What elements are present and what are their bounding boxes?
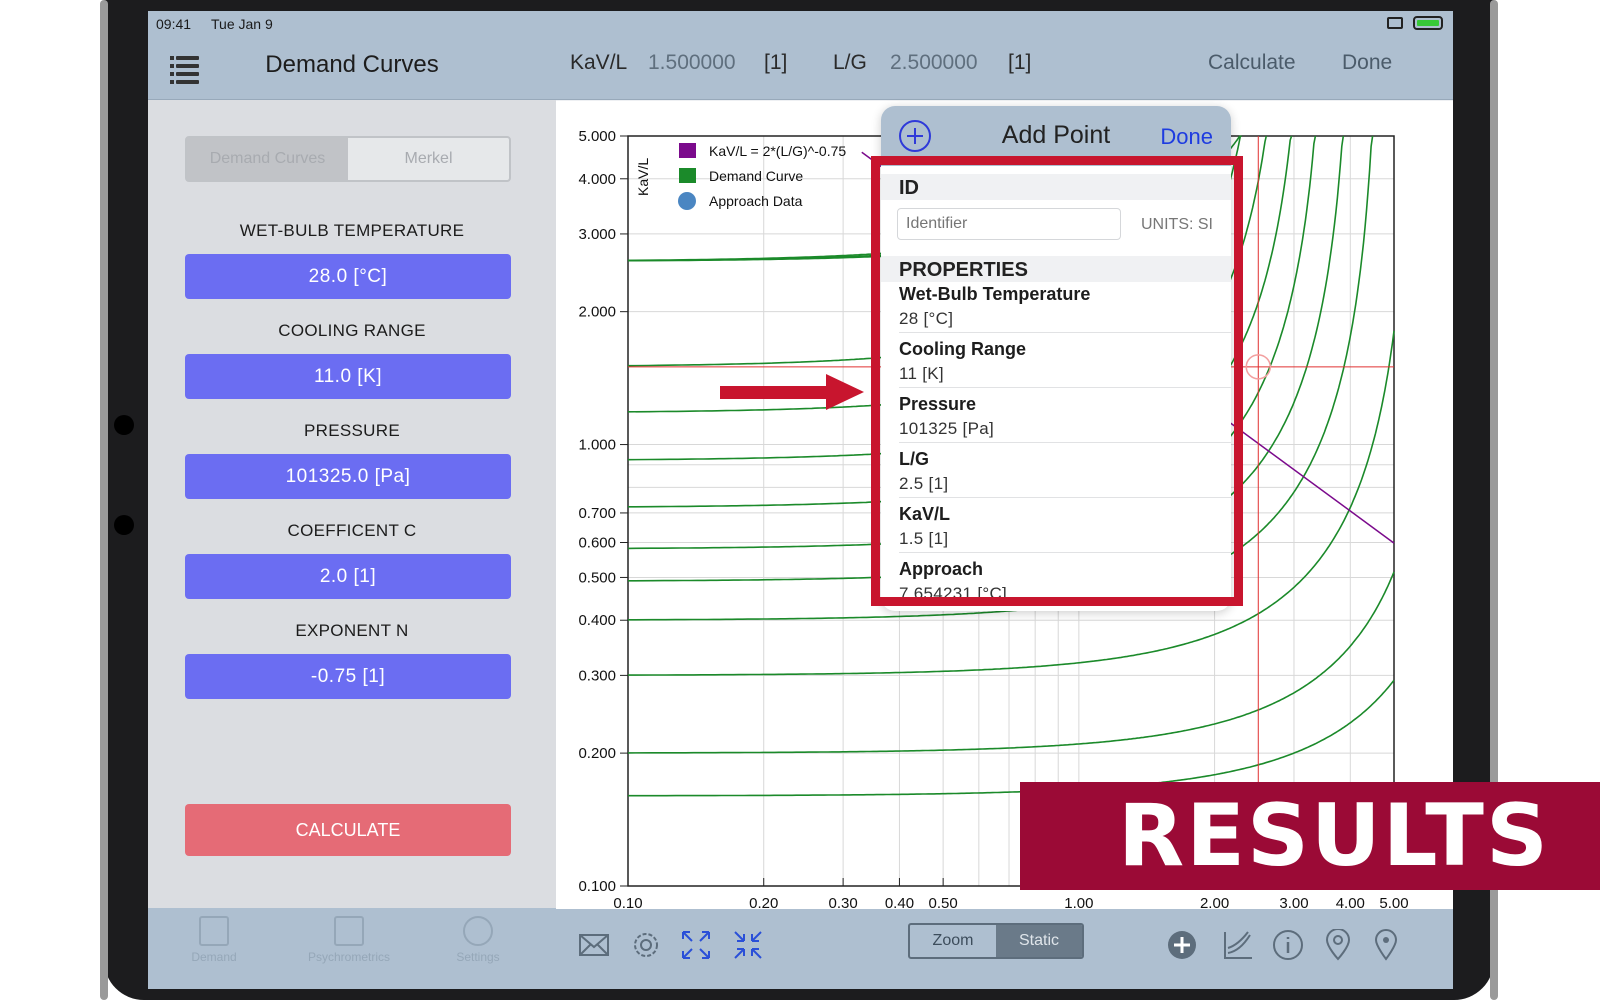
legend-label: KaV/L = 2*(L/G)^-0.75: [709, 143, 846, 159]
y-tick-label: 0.300: [578, 667, 616, 684]
tab-settings-label: Settings: [456, 950, 500, 964]
coefficient-c-label: COEFFICENT C: [287, 521, 417, 540]
legend-swatch: [679, 168, 696, 183]
x-tick-label: 1.00: [1064, 895, 1093, 909]
status-date: Tue Jan 9: [211, 16, 273, 32]
battery-icon: [1413, 16, 1443, 30]
side-sensor: [114, 515, 134, 535]
kavl-value[interactable]: 1.500000: [648, 51, 736, 75]
x-tick-label: 0.10: [613, 895, 642, 909]
info-icon[interactable]: [1272, 929, 1304, 961]
lg-unit: [1]: [1008, 51, 1032, 74]
y-tick-label: 1.000: [578, 437, 616, 454]
mail-icon[interactable]: [578, 929, 610, 961]
x-tick-label: 2.00: [1200, 895, 1229, 909]
pressure-label: PRESSURE: [304, 421, 400, 440]
wet-bulb-button[interactable]: 28.0 [°C]: [185, 254, 511, 299]
y-tick-label: 2.000: [578, 304, 616, 321]
y-tick-label: 0.100: [578, 878, 616, 895]
chart-toolbar: Zoom Static: [556, 909, 1453, 989]
highlight-frame: [871, 156, 1243, 606]
status-bar: 09:41 Tue Jan 9: [148, 11, 1453, 35]
legend-label: Demand Curve: [709, 168, 803, 184]
legend-swatch: [678, 192, 696, 210]
y-tick-label: 0.700: [578, 505, 616, 522]
x-tick-label: 0.20: [749, 895, 778, 909]
results-banner: RESULTS: [1020, 782, 1600, 890]
x-tick-label: 5.00: [1379, 895, 1408, 909]
lg-value[interactable]: 2.500000: [890, 51, 978, 75]
x-tick-label: 0.50: [929, 895, 958, 909]
pressure-button[interactable]: 101325.0 [Pa]: [185, 454, 511, 499]
zoom-mode-control: Zoom Static: [908, 923, 1084, 959]
wet-bulb-label: WET-BULB TEMPERATURE: [239, 221, 465, 240]
tab-psychrometrics[interactable]: Psychrometrics: [294, 916, 404, 964]
legend-swatch: [679, 143, 696, 158]
x-tick-label: 4.00: [1336, 895, 1365, 909]
y-tick-label: 0.400: [578, 612, 616, 629]
y-tick-label: 0.200: [578, 745, 616, 762]
header-done-button[interactable]: Done: [1342, 51, 1392, 75]
static-segment[interactable]: Static: [996, 925, 1082, 957]
x-tick-label: 3.00: [1279, 895, 1308, 909]
exponent-n-label: EXPONENT N: [295, 621, 409, 640]
y-tick-label: 3.000: [578, 226, 616, 243]
exponent-n-button[interactable]: -0.75 [1]: [185, 654, 511, 699]
tab-psychrometrics-label: Psychrometrics: [307, 950, 390, 964]
segment-demand-curves[interactable]: Demand Curves: [187, 138, 348, 180]
gear-icon: [463, 916, 493, 946]
popover-done-button[interactable]: Done: [1160, 124, 1213, 150]
kavl-unit: [1]: [764, 51, 788, 74]
x-tick-label: 0.40: [885, 895, 914, 909]
gear-icon[interactable]: [630, 929, 662, 961]
tab-demand[interactable]: Demand: [164, 916, 264, 964]
location-pin-icon[interactable]: [1370, 929, 1402, 961]
status-time: 09:41: [156, 16, 192, 32]
y-axis-label: KaV/L: [635, 158, 651, 196]
legend-label: Approach Data: [709, 193, 803, 209]
calculate-button[interactable]: CALCULATE: [185, 804, 511, 856]
tab-demand-label: Demand: [191, 950, 237, 964]
tab-settings[interactable]: Settings: [428, 916, 528, 964]
y-tick-label: 0.500: [578, 569, 616, 586]
y-tick-label: 4.000: [578, 171, 616, 188]
coefficient-c-button[interactable]: 2.0 [1]: [185, 554, 511, 599]
kavl-label: KaV/L: [570, 51, 628, 74]
psychro-icon: [334, 916, 364, 946]
mode-segmented-control: Demand Curves Merkel: [185, 136, 511, 182]
side-sensor: [114, 415, 134, 435]
lg-label: L/G: [833, 51, 867, 74]
header-calculate-button[interactable]: Calculate: [1208, 51, 1296, 75]
add-circle-icon[interactable]: [1166, 929, 1198, 961]
x-tick-label: 0.30: [829, 895, 858, 909]
tab-bar: Demand Psychrometrics Settings: [148, 908, 556, 989]
airplay-icon: [1387, 17, 1403, 29]
map-pin-icon[interactable]: [1322, 929, 1354, 961]
zoom-segment[interactable]: Zoom: [910, 925, 996, 957]
cooling-range-label: COOLING RANGE: [278, 321, 426, 340]
sidebar: Demand Curves Demand Curves Merkel WET-B…: [148, 11, 556, 989]
chart-icon: [199, 916, 229, 946]
cooling-range-button[interactable]: 11.0 [K]: [185, 354, 511, 399]
y-tick-label: 0.600: [578, 534, 616, 551]
pointer-arrow-icon: [720, 374, 864, 410]
collapse-icon[interactable]: [732, 929, 764, 961]
expand-icon[interactable]: [680, 929, 712, 961]
sidebar-title: Demand Curves: [265, 51, 439, 78]
segment-merkel[interactable]: Merkel: [348, 138, 509, 180]
curves-icon[interactable]: [1222, 929, 1254, 961]
y-tick-label: 5.000: [578, 128, 616, 145]
